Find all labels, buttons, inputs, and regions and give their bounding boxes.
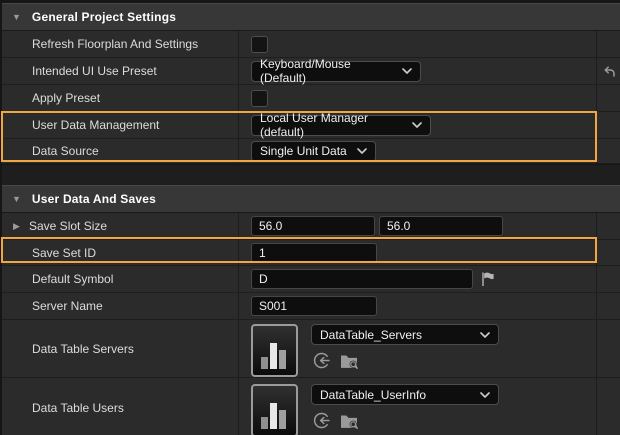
property-label: Save Set ID: [2, 240, 238, 265]
apply-preset-checkbox[interactable]: [251, 90, 268, 107]
property-row: Apply Preset: [2, 85, 620, 112]
details-panel: ▼ General Project Settings Refresh Floor…: [0, 0, 620, 435]
property-label: Server Name: [2, 293, 238, 319]
property-row: Refresh Floorplan And Settings: [2, 31, 620, 58]
property-label: Save Slot Size: [29, 219, 107, 233]
reset-to-default-icon[interactable]: [602, 65, 616, 78]
property-row: Default Symbol: [2, 266, 620, 293]
collapse-arrow-icon[interactable]: ▼: [12, 13, 21, 22]
dropdown-value: Single Unit Data: [260, 144, 347, 158]
browse-to-asset-icon[interactable]: [340, 353, 359, 369]
ui-use-preset-dropdown[interactable]: Keyboard/Mouse (Default): [251, 61, 421, 82]
chevron-down-icon: [412, 122, 422, 128]
property-label: Data Table Users: [2, 378, 238, 435]
property-row: Data Table Servers DataTable_Servers: [2, 320, 620, 378]
collapse-arrow-icon[interactable]: ▼: [12, 195, 21, 204]
property-label: Data Source: [2, 139, 238, 163]
section-title: User Data And Saves: [32, 192, 156, 206]
property-row: Server Name: [2, 293, 620, 320]
property-label: Data Table Servers: [2, 320, 238, 377]
bar-chart-icon: [259, 400, 290, 429]
save-slot-size-y-input[interactable]: [379, 216, 503, 236]
server-name-input[interactable]: [251, 296, 377, 316]
property-label: User Data Management: [2, 112, 238, 138]
data-table-servers-dropdown[interactable]: DataTable_Servers: [311, 324, 499, 345]
dropdown-value: Keyboard/Mouse (Default): [260, 57, 392, 85]
chevron-down-icon: [357, 148, 367, 154]
section-header-user-data-and-saves[interactable]: ▼ User Data And Saves: [2, 185, 620, 213]
bar-chart-icon: [259, 340, 290, 369]
data-table-users-dropdown[interactable]: DataTable_UserInfo: [311, 384, 499, 405]
use-selected-asset-icon[interactable]: [313, 352, 330, 369]
datatable-asset-thumbnail[interactable]: [251, 324, 298, 377]
property-row: Save Set ID: [2, 240, 620, 266]
chevron-down-icon: [402, 68, 412, 74]
save-slot-size-x-input[interactable]: [251, 216, 375, 236]
property-label: Default Symbol: [2, 266, 238, 292]
expand-arrow-icon[interactable]: ▶: [13, 221, 20, 232]
property-row: Intended UI Use Preset Keyboard/Mouse (D…: [2, 58, 620, 85]
data-source-dropdown[interactable]: Single Unit Data: [251, 141, 376, 162]
dropdown-value: DataTable_Servers: [320, 328, 422, 342]
user-data-management-dropdown[interactable]: Local User Manager (default): [251, 115, 431, 136]
default-symbol-input[interactable]: [251, 269, 473, 289]
datatable-asset-thumbnail[interactable]: [251, 384, 298, 435]
chevron-down-icon: [480, 392, 490, 398]
property-label: Apply Preset: [2, 85, 238, 111]
property-row: Data Table Users DataTable_UserInfo: [2, 378, 620, 435]
property-label: Refresh Floorplan And Settings: [2, 31, 238, 57]
section-header-general-project-settings[interactable]: ▼ General Project Settings: [2, 3, 620, 31]
section-title: General Project Settings: [32, 10, 176, 24]
use-selected-asset-icon[interactable]: [313, 412, 330, 429]
refresh-floorplan-checkbox[interactable]: [251, 36, 268, 53]
section-spacer: [2, 164, 620, 185]
dropdown-value: DataTable_UserInfo: [320, 388, 426, 402]
property-row: ▶ Save Slot Size: [2, 213, 620, 240]
property-row: User Data Management Local User Manager …: [2, 112, 620, 139]
dropdown-value: Local User Manager (default): [260, 111, 402, 139]
property-row: Data Source Single Unit Data: [2, 139, 620, 164]
save-set-id-input[interactable]: [251, 243, 377, 263]
property-label: Intended UI Use Preset: [2, 58, 238, 84]
chevron-down-icon: [480, 332, 490, 338]
flag-icon[interactable]: [480, 271, 496, 287]
browse-to-asset-icon[interactable]: [340, 413, 359, 429]
